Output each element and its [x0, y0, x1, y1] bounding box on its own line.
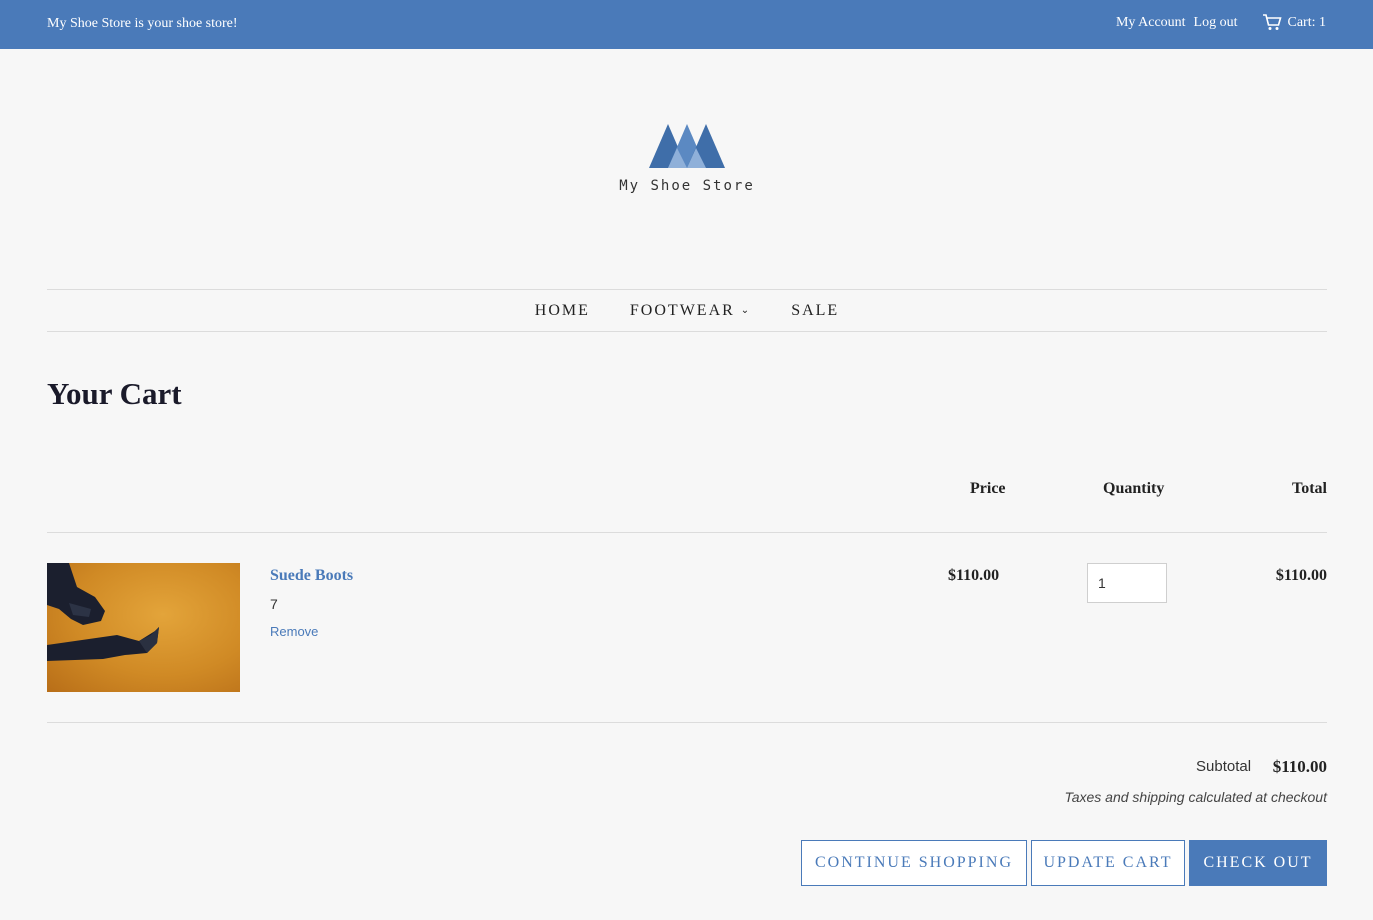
boots-image-icon	[47, 563, 159, 661]
nav-item-label: FOOTWEAR	[629, 301, 735, 319]
total-column-header: Total	[1292, 480, 1327, 497]
store-tagline: My Shoe Store is your shoe store!	[47, 16, 238, 31]
subtotal-value: $110.00	[1272, 757, 1327, 776]
account-links: My Account Log out Cart: 1	[1116, 14, 1326, 31]
item-total: $110.00	[1275, 567, 1327, 584]
button-label: CONTINUE SHOPPING	[814, 854, 1013, 871]
table-divider	[47, 532, 1327, 533]
page-title: Your Cart	[47, 376, 182, 411]
product-name-link[interactable]: Suede Boots	[270, 567, 353, 585]
cart-link[interactable]: Cart: 1	[1262, 14, 1327, 31]
store-name: My Shoe Store	[619, 178, 755, 194]
nav-item-home[interactable]: HOME	[535, 302, 590, 320]
item-price: $110.00	[948, 567, 1000, 584]
checkout-button[interactable]: CHECK OUT	[1189, 840, 1327, 886]
mountain-logo-icon	[649, 124, 725, 168]
cart-icon	[1262, 14, 1282, 30]
product-thumbnail[interactable]	[47, 563, 240, 692]
price-column-header: Price	[970, 480, 1006, 497]
update-cart-button[interactable]: UPDATE CART	[1031, 840, 1185, 886]
store-logo[interactable]: My Shoe Store	[600, 122, 774, 194]
chevron-down-icon: ⌄	[740, 305, 752, 316]
nav-item-label: SALE	[791, 301, 840, 319]
quantity-column-header: Quantity	[1103, 480, 1165, 497]
continue-shopping-button[interactable]: CONTINUE SHOPPING	[801, 840, 1027, 886]
announcement-bar: My Shoe Store is your shoe store! My Acc…	[0, 0, 1373, 49]
nav-item-label: HOME	[534, 301, 590, 319]
quantity-input[interactable]	[1087, 563, 1167, 603]
cart-count-label: Cart: 1	[1287, 14, 1327, 30]
nav-item-sale[interactable]: SALE	[791, 302, 839, 320]
button-label: CHECK OUT	[1203, 854, 1313, 871]
logout-link[interactable]: Log out	[1194, 15, 1238, 31]
nav-item-footwear[interactable]: FOOTWEAR ⌄	[630, 302, 751, 320]
remove-item-link[interactable]: Remove	[270, 624, 318, 639]
table-divider	[47, 722, 1327, 723]
tax-shipping-note: Taxes and shipping calculated at checkou…	[1064, 789, 1327, 805]
subtotal-label: Subtotal	[1196, 758, 1252, 775]
my-account-link[interactable]: My Account	[1116, 15, 1186, 31]
main-navigation: HOME FOOTWEAR ⌄ SALE	[47, 289, 1327, 332]
product-variant: 7	[270, 596, 278, 612]
button-label: UPDATE CART	[1043, 854, 1173, 871]
